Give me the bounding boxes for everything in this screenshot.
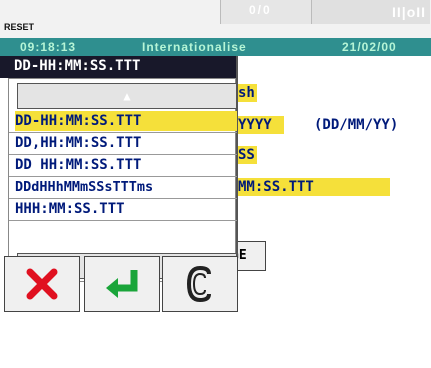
enter-arrow-icon	[106, 270, 138, 298]
short-field[interactable]: SS	[236, 146, 257, 164]
language-field[interactable]: sh	[236, 84, 257, 102]
date-format-field[interactable]: YYYY	[236, 116, 284, 134]
cancel-button[interactable]	[4, 256, 80, 312]
action-button-row	[0, 312, 236, 368]
option-item[interactable]: DD-HH:MM:SS.TTT	[15, 111, 237, 131]
reset-label[interactable]: RESET	[4, 22, 34, 32]
header-counter: 0/0	[220, 0, 312, 24]
dropdown-header: DD-HH:MM:SS.TTT	[0, 56, 236, 78]
option-item[interactable]: DDdHHhMMmSSsTTTms	[15, 177, 237, 197]
status-date: 21/02/00	[342, 40, 397, 54]
header-alarm-area: II|oII	[312, 0, 430, 24]
enter-button[interactable]	[84, 256, 160, 312]
header-bar: RESET 0/0 II|oII	[0, 0, 431, 38]
scroll-up-button[interactable]: ▲	[17, 83, 237, 109]
option-item[interactable]: DD HH:MM:SS.TTT	[15, 155, 237, 175]
divider	[9, 220, 237, 221]
cancel-x-icon	[26, 268, 58, 300]
time-format-field[interactable]: MM:SS.TTT	[236, 178, 390, 196]
option-item[interactable]: DD,HH:MM:SS.TTT	[15, 133, 237, 153]
up-arrow-icon: ▲	[123, 89, 131, 103]
date-format-hint: (DD/MM/YY)	[314, 117, 399, 133]
dropdown-current-value: DD-HH:MM:SS.TTT	[14, 58, 141, 74]
status-time: 09:18:13	[20, 40, 77, 54]
alarm-icon[interactable]: II|oII	[392, 4, 426, 20]
option-item[interactable]: HHH:MM:SS.TTT	[15, 199, 237, 219]
copy-button[interactable]	[162, 256, 238, 312]
copy-c-icon	[186, 265, 211, 303]
counter-value: 0/0	[249, 3, 272, 17]
page-title: Internationalise	[142, 40, 247, 54]
status-bar: 09:18:13 Internationalise 21/02/00	[0, 38, 431, 56]
options-list: ▲ DD-HH:MM:SS.TTT DD,HH:MM:SS.TTT DD HH:…	[8, 78, 237, 282]
